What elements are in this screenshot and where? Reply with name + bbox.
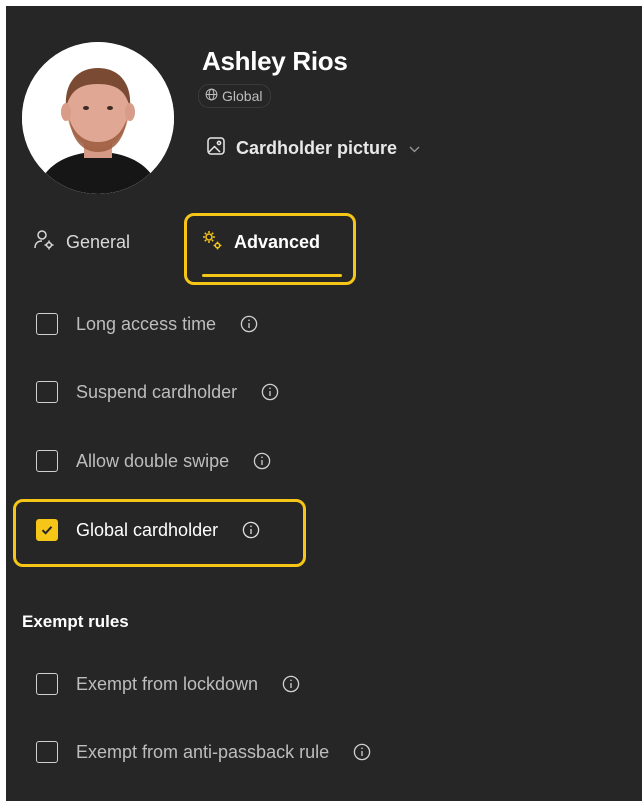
exempt-rules-heading: Exempt rules	[22, 612, 129, 631]
info-icon[interactable]	[261, 383, 279, 401]
tab-advanced[interactable]: Advanced	[200, 228, 320, 257]
suspend-cardholder-label: Suspend cardholder	[76, 381, 238, 402]
exempt-from-anti-passback-checkbox[interactable]: Exempt from anti-passback rule	[36, 741, 371, 763]
exempt-from-anti-passback-label: Exempt from anti-passback rule	[76, 741, 330, 762]
global-cardholder-checkbox[interactable]: Global cardholder	[36, 519, 260, 541]
suspend-cardholder-checkbox[interactable]: Suspend cardholder	[36, 381, 279, 403]
tab-general[interactable]: General	[32, 228, 130, 257]
chevron-down-icon	[409, 142, 420, 156]
allow-double-swipe-checkbox[interactable]: Allow double swipe	[36, 450, 271, 472]
exempt-from-lockdown-checkbox[interactable]: Exempt from lockdown	[36, 673, 300, 695]
info-icon[interactable]	[240, 315, 258, 333]
checkbox-box[interactable]	[36, 381, 58, 403]
checkbox-box[interactable]	[36, 450, 58, 472]
checkbox-box-checked[interactable]	[36, 519, 58, 541]
checkbox-box[interactable]	[36, 673, 58, 695]
info-icon[interactable]	[282, 675, 300, 693]
gears-icon	[200, 228, 224, 257]
cardholder-name: Ashley Rios	[202, 46, 348, 76]
global-cardholder-label: Global cardholder	[76, 519, 219, 540]
tab-general-label: General	[66, 232, 131, 252]
long-access-time-checkbox[interactable]: Long access time	[36, 313, 258, 335]
checkbox-box[interactable]	[36, 741, 58, 763]
tab-selected-indicator	[202, 274, 342, 277]
cardholder-panel: Ashley Rios Global Cardholder picture Ge…	[6, 6, 642, 801]
avatar[interactable]	[22, 42, 174, 194]
globe-icon	[205, 88, 218, 104]
scope-badge-label: Global	[222, 88, 263, 104]
picture-dropdown-label: Cardholder picture	[236, 138, 398, 158]
allow-double-swipe-label: Allow double swipe	[76, 450, 230, 471]
cardholder-picture-dropdown[interactable]: Cardholder picture	[206, 136, 420, 161]
scope-badge: Global	[198, 84, 272, 108]
image-icon	[206, 136, 226, 161]
exempt-from-lockdown-label: Exempt from lockdown	[76, 673, 259, 694]
info-icon[interactable]	[242, 521, 260, 539]
info-icon[interactable]	[253, 452, 271, 470]
checkbox-box[interactable]	[36, 313, 58, 335]
tab-advanced-label: Advanced	[234, 232, 321, 252]
long-access-time-label: Long access time	[76, 313, 217, 334]
info-icon[interactable]	[353, 743, 371, 761]
person-gear-icon	[32, 228, 56, 257]
